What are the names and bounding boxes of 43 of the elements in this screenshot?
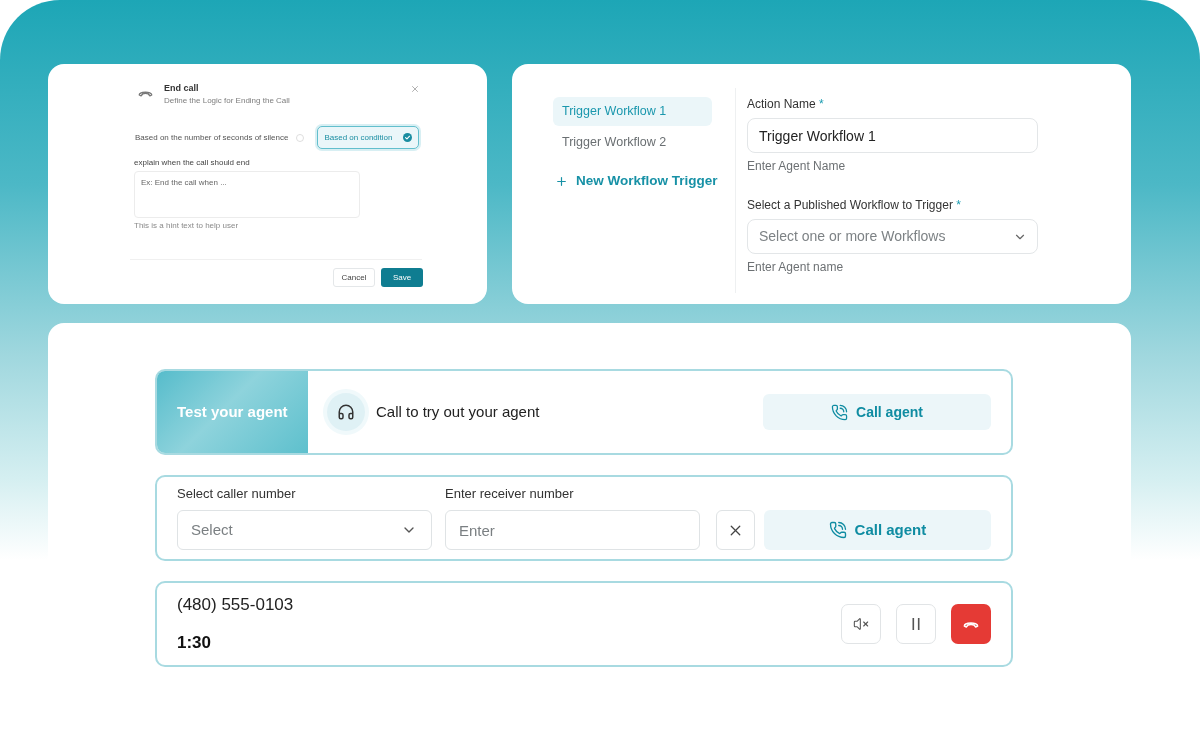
phone-handset-icon bbox=[963, 620, 979, 628]
cancel-button[interactable]: Cancel bbox=[333, 268, 375, 287]
hint-text: This is a hint text to help user bbox=[133, 221, 239, 231]
dialog-title: End call bbox=[164, 83, 200, 94]
hint-text: Enter Agent Name bbox=[747, 158, 846, 174]
phone-call-icon bbox=[831, 403, 849, 421]
receiver-number-input[interactable]: Enter bbox=[445, 510, 700, 550]
condition-textarea[interactable]: Ex: End the call when ... bbox=[134, 171, 360, 218]
option-toggle[interactable]: Based on the number of seconds of silence bbox=[128, 126, 312, 149]
trigger-nav-item[interactable]: Trigger Workflow 1 bbox=[553, 97, 712, 126]
speaker-muted-icon bbox=[853, 616, 869, 632]
radio-circle-icon bbox=[296, 133, 305, 142]
field-label: Enter receiver number bbox=[445, 486, 574, 502]
hang-up-button[interactable] bbox=[951, 604, 991, 644]
workflow-select[interactable]: Select one or more Workflows bbox=[747, 219, 1038, 254]
test-agent-banner: Test your agent bbox=[157, 371, 308, 453]
plus-icon bbox=[555, 175, 568, 188]
close-icon[interactable] bbox=[410, 84, 420, 94]
field-label: explain when the call should end bbox=[133, 158, 250, 168]
mute-button[interactable] bbox=[841, 604, 881, 644]
pause-icon bbox=[912, 618, 920, 630]
headset-icon bbox=[327, 393, 365, 431]
call-prompt-text: Call to try out your agent bbox=[376, 401, 540, 422]
caller-number-select[interactable]: Select bbox=[177, 510, 432, 550]
call-agent-button[interactable]: Call agent bbox=[763, 394, 991, 430]
phone-number-text: (480) 555-0103 bbox=[177, 594, 294, 616]
hint-text: Enter Agent name bbox=[747, 259, 844, 275]
field-label: Action Name * bbox=[747, 96, 824, 112]
phone-call-icon bbox=[828, 521, 847, 539]
trigger-nav-item[interactable]: Trigger Workflow 2 bbox=[553, 128, 712, 157]
pause-button[interactable] bbox=[896, 604, 936, 644]
field-label: Select caller number bbox=[177, 486, 296, 502]
dialog-subtitle: Define the Logic for Ending the Call bbox=[164, 96, 290, 106]
check-circle-icon bbox=[402, 133, 412, 142]
option-toggle[interactable]: Based on condition bbox=[317, 126, 419, 149]
new-workflow-trigger-link[interactable]: New Workflow Trigger bbox=[553, 167, 718, 196]
field-label: Select a Published Workflow to Trigger * bbox=[747, 197, 961, 213]
call-agent-button[interactable]: Call agent bbox=[763, 510, 991, 550]
action-name-input[interactable]: Trigger Workflow 1 bbox=[747, 118, 1038, 153]
phone-handset-icon bbox=[138, 89, 153, 97]
clear-button[interactable] bbox=[716, 510, 755, 550]
call-duration-text: 1:30 bbox=[177, 632, 212, 654]
save-button[interactable]: Save bbox=[381, 268, 423, 287]
